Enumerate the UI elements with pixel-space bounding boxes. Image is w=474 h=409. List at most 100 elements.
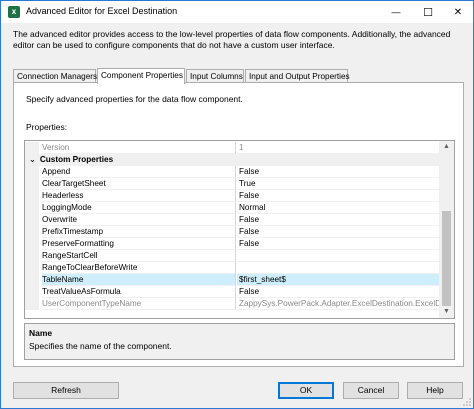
property-row[interactable]: TreatValueAsFormula False [25,286,440,298]
property-row[interactable]: RangeStartCell [25,250,440,262]
property-value[interactable]: True [237,178,440,190]
property-value[interactable]: 1 [237,142,440,154]
property-description-title: Name [29,328,53,338]
row-gutter [25,262,39,274]
scroll-down-icon[interactable]: ▼ [439,306,454,318]
scroll-up-icon[interactable]: ▲ [439,141,454,153]
property-row[interactable]: Headerless False [25,190,440,202]
property-value[interactable]: $first_sheet$ [237,274,440,286]
close-button[interactable]: ✕ [443,1,473,23]
property-value[interactable]: False [237,226,440,238]
property-name: Version [42,142,236,154]
property-name-text: RangeToClearBeforeWrite [42,263,138,272]
tab-component-properties[interactable]: Component Properties [97,68,185,84]
property-name-text: Headerless [42,191,84,200]
property-description-box: Name Specifies the name of the component… [24,323,455,360]
cancel-button[interactable]: Cancel [343,382,399,399]
maximize-icon: ☐ [423,6,433,19]
editor-description: The advanced editor provides access to t… [13,29,451,50]
help-button[interactable]: Help [407,382,463,399]
property-row[interactable]: TableName $first_sheet$ [25,274,440,286]
scrollbar-thumb[interactable] [442,211,451,306]
minimize-button[interactable]: — [381,1,411,23]
tab-connection-managers[interactable]: Connection Managers [13,69,98,83]
property-row[interactable]: Append False [25,166,440,178]
property-name: RangeStartCell [42,250,236,262]
property-name: Append [42,166,236,178]
tab-label: Component Properties [101,71,183,80]
window-title: Advanced Editor for Excel Destination [26,6,178,16]
property-name-text: ClearTargetSheet [42,179,106,188]
property-name: TreatValueAsFormula [42,286,236,298]
property-name-text: UserComponentTypeName [42,299,142,308]
property-value[interactable]: False [237,190,440,202]
property-value[interactable]: False [237,214,440,226]
property-row[interactable]: ClearTargetSheet True [25,178,440,190]
tab-label: Input Columns [190,72,243,81]
property-name: PrefixTimestamp [42,226,236,238]
property-value[interactable] [237,262,440,274]
row-gutter [25,274,39,286]
refresh-button[interactable]: Refresh [13,382,119,399]
property-row[interactable]: PrefixTimestamp False [25,226,440,238]
property-name: TableName [42,274,236,286]
collapse-chevron-icon[interactable]: ⌄ [29,155,36,164]
property-name-text: Overwrite [42,215,78,224]
row-gutter [25,250,39,262]
row-gutter [25,166,39,178]
property-row[interactable]: UserComponentTypeName ZappySys.PowerPack.… [25,298,440,310]
tab-input-output-properties[interactable]: Input and Output Properties [245,69,350,83]
property-value[interactable]: False [237,166,440,178]
property-name: Overwrite [42,214,236,226]
property-name-text: PrefixTimestamp [42,227,104,236]
property-row[interactable]: Version 1 [25,142,440,154]
tab-label: Input and Output Properties [249,72,350,81]
row-gutter [25,142,39,154]
component-properties-panel: Specify advanced properties for the data… [13,82,464,367]
property-name: ClearTargetSheet [42,178,236,190]
property-name-text: LoggingMode [42,203,92,212]
property-value[interactable]: False [237,238,440,250]
property-row[interactable]: Overwrite False [25,214,440,226]
maximize-button[interactable]: ☐ [413,1,443,23]
property-name: LoggingMode [42,202,236,214]
property-description-text: Specifies the name of the component. [29,341,172,351]
property-value[interactable] [237,250,440,262]
minimize-icon: — [391,7,401,17]
row-gutter [25,178,39,190]
property-name-text: TableName [42,275,84,284]
property-name-text: Version [42,143,70,152]
tab-label: Connection Managers [17,72,98,81]
resize-grip-icon[interactable] [463,398,471,406]
close-icon: ✕ [453,6,463,18]
row-gutter [25,298,39,310]
property-value[interactable]: ZappySys.PowerPack.Adapter.ExcelDestinat… [237,298,440,310]
row-gutter [25,202,39,214]
property-grid[interactable]: Version 1 ⌄ Custom Properties Append False Cle… [24,140,455,319]
row-gutter [25,286,39,298]
property-row[interactable]: RangeToClearBeforeWrite [25,262,440,274]
property-value[interactable]: Normal [237,202,440,214]
ok-button[interactable]: OK [278,382,334,399]
row-gutter [25,214,39,226]
property-name: ⌄ Custom Properties [29,154,329,166]
property-name-text: PreserveFormatting [42,239,114,248]
property-grid-scrollbar[interactable]: ▲ ▼ [439,141,454,318]
property-name-text: Custom Properties [39,155,114,164]
property-name: UserComponentTypeName [42,298,236,310]
row-gutter [25,238,39,250]
panel-instruction: Specify advanced properties for the data… [26,94,243,104]
row-gutter [25,226,39,238]
row-gutter [25,190,39,202]
property-row[interactable]: LoggingMode Normal [25,202,440,214]
property-name: RangeToClearBeforeWrite [42,262,236,274]
property-name-text: Append [42,167,71,176]
title-bar[interactable]: x Advanced Editor for Excel Destination … [1,1,473,23]
properties-label: Properties: [26,122,68,132]
tab-input-columns[interactable]: Input Columns [186,69,244,83]
property-category-row[interactable]: ⌄ Custom Properties [25,154,440,166]
property-name: Headerless [42,190,236,202]
property-name-text: TreatValueAsFormula [42,287,121,296]
property-value[interactable]: False [237,286,440,298]
property-row[interactable]: PreserveFormatting False [25,238,440,250]
